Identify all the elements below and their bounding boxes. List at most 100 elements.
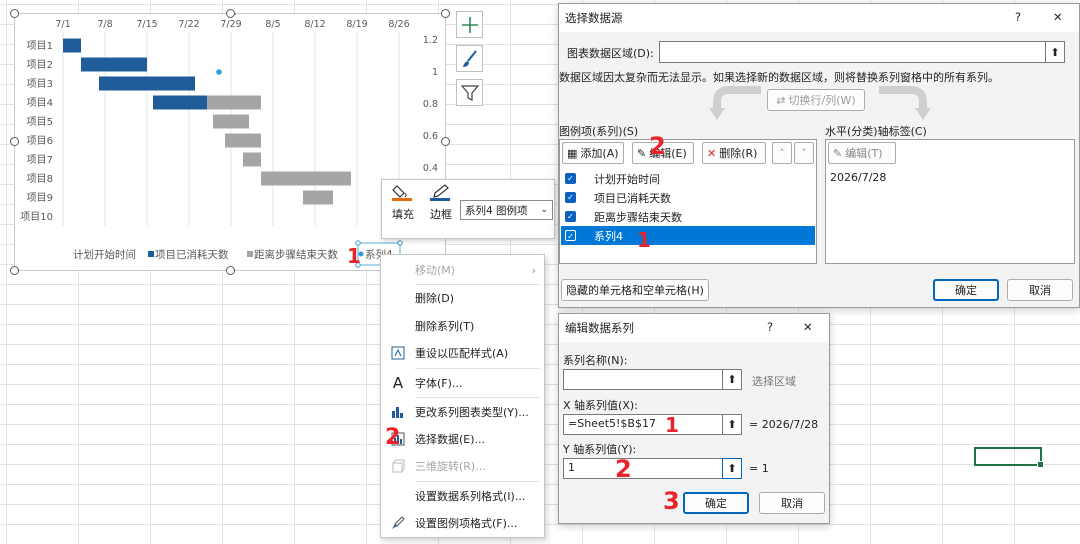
edit-table-icon: ✎ <box>833 146 843 160</box>
chart-styles-button[interactable] <box>456 45 483 72</box>
checkbox-checked-icon[interactable]: ✓ <box>565 173 576 184</box>
menu-item-label: 选择数据(E)... <box>415 433 486 446</box>
x-values-input[interactable]: =Sheet5!$B$17 <box>563 414 723 435</box>
axis-label-row[interactable]: 2026/7/28 <box>827 168 1073 187</box>
legend-marker <box>148 251 154 257</box>
bar-remaining <box>213 114 249 129</box>
chart-elements-button[interactable] <box>456 11 483 38</box>
category-label: 项目6 <box>27 135 53 147</box>
series-row[interactable]: ✓ 项目已消耗天数 <box>561 188 815 207</box>
resize-handle-mr[interactable] <box>441 137 450 146</box>
menu-item-delete-series[interactable]: 删除系列(T) <box>381 314 544 338</box>
menu-item-format-series[interactable]: 设置数据系列格式(I)... <box>381 484 544 508</box>
category-label: 项目5 <box>27 116 53 128</box>
series-listbox[interactable]: ▦ 添加(A) ✎ 编辑(E) ✕ 删除(R) ˄ ˅ ✓ 计划开始时间 ✓ 项目已… <box>559 139 817 264</box>
axis-edit-button[interactable]: ✎ 编辑(T) <box>828 142 896 164</box>
add-series-button[interactable]: ▦ 添加(A) <box>562 142 624 164</box>
x-tick-label: 7/8 <box>97 19 112 30</box>
resize-handle-tc[interactable] <box>226 9 235 18</box>
axis-edit-label: 编辑(T) <box>845 147 883 160</box>
edit-table-icon: ✎ <box>637 146 647 160</box>
menu-item-label: 重设以匹配样式(A) <box>415 347 509 360</box>
x-collapse-button[interactable]: ⬆ <box>722 414 742 435</box>
menu-item-select-data[interactable]: 选择数据(E)... <box>381 427 544 451</box>
menu-item-change-chart-type[interactable]: 更改系列图表类型(Y)... <box>381 400 544 424</box>
category-label: 项目10 <box>20 211 53 223</box>
series-name-input[interactable] <box>563 369 723 390</box>
resize-handle-tl[interactable] <box>10 9 19 18</box>
y-collapse-button[interactable]: ⬆ <box>722 458 742 479</box>
cancel-button[interactable]: 取消 <box>1007 279 1073 301</box>
chevron-down-icon: ˅ <box>801 146 807 160</box>
move-up-button[interactable]: ˄ <box>772 142 792 164</box>
menu-separator <box>415 284 540 285</box>
menu-item-move[interactable]: 移动(M) › <box>381 258 544 282</box>
border-button[interactable]: 边框 <box>424 183 458 222</box>
close-icon[interactable]: ✕ <box>1053 10 1063 24</box>
bar-consumed <box>153 95 207 110</box>
axis-labels-listbox[interactable]: ✎ 编辑(T) 2026/7/28 <box>825 139 1075 264</box>
active-cell[interactable] <box>974 447 1044 468</box>
legend-item: 计划开始时间 <box>73 248 136 261</box>
x-values-label: X 轴系列值(X): <box>563 399 638 412</box>
legend-handle <box>397 240 403 246</box>
y-values-input[interactable]: 1 <box>563 458 723 479</box>
switch-row-column-button[interactable]: ⇄ 切换行/列(W) <box>767 89 865 111</box>
edit-series-button[interactable]: ✎ 编辑(E) <box>632 142 694 164</box>
bar-consumed <box>81 57 147 72</box>
menu-item-label: 删除(D) <box>415 292 455 305</box>
series-row[interactable]: ✓ 距离步骤结束天数 <box>561 207 815 226</box>
bar-remaining <box>303 190 333 205</box>
menu-item-format-legend[interactable]: 设置图例项格式(F)... <box>381 511 544 535</box>
help-button[interactable]: ? <box>1015 10 1021 24</box>
series4-point <box>216 69 222 75</box>
secondary-y-tick-label: 1 <box>432 67 438 78</box>
ok-button[interactable]: 确定 <box>683 492 749 514</box>
menu-item-reset-style[interactable]: 重设以匹配样式(A) <box>381 341 544 365</box>
cancel-button[interactable]: 取消 <box>759 492 825 514</box>
column-letter: I <box>193 14 196 16</box>
secondary-y-tick-label: 0.4 <box>423 163 438 174</box>
menu-item-label: 移动(M) <box>415 264 456 277</box>
range-collapse-button[interactable]: ⬆ <box>1045 41 1065 63</box>
help-button[interactable]: ? <box>767 320 773 334</box>
checkbox-checked-icon[interactable]: ✓ <box>565 192 576 203</box>
series-select[interactable]: 系列4 图例项 ⌄ <box>460 200 553 220</box>
menu-item-label: 更改系列图表类型(Y)... <box>415 406 529 419</box>
x-tick-label: 7/29 <box>220 19 241 30</box>
series-name: 系列4 <box>594 229 623 243</box>
menu-item-font[interactable]: A 字体(F)... <box>381 371 544 395</box>
series-row-selected[interactable]: ✓ 系列4 <box>561 226 815 245</box>
dialog-title: 选择数据源 <box>565 11 623 25</box>
menu-item-label: 字体(F)... <box>415 377 463 390</box>
delete-series-button[interactable]: ✕ 删除(R) <box>702 142 766 164</box>
menu-item-3d-rotation[interactable]: 三维旋转(R)... <box>381 454 544 478</box>
checkbox-checked-icon[interactable]: ✓ <box>565 230 576 241</box>
context-menu: 移动(M) › 删除(D) 删除系列(T) 重设以匹配样式(A) A 字体(F)… <box>380 254 545 538</box>
name-collapse-button[interactable]: ⬆ <box>722 369 742 390</box>
column-letter: H <box>149 14 156 16</box>
secondary-y-tick-label: 0.8 <box>423 99 438 110</box>
ok-button[interactable]: 确定 <box>933 279 999 301</box>
series-name: 距离步骤结束天数 <box>594 210 682 224</box>
range-input[interactable] <box>659 41 1057 63</box>
pen-icon <box>430 184 450 201</box>
move-down-button[interactable]: ˅ <box>794 142 814 164</box>
fill-button[interactable]: 填充 <box>386 183 420 222</box>
resize-handle-ml[interactable] <box>10 137 19 146</box>
series-name: 项目已消耗天数 <box>594 191 671 205</box>
x-tick-label: 8/19 <box>346 19 367 30</box>
chevron-up-icon: ˄ <box>779 146 785 160</box>
series-row[interactable]: ✓ 计划开始时间 <box>561 169 815 188</box>
resize-handle-tr[interactable] <box>441 9 450 18</box>
resize-handle-bl[interactable] <box>10 266 19 275</box>
chart-type-icon <box>389 403 407 421</box>
checkbox-checked-icon[interactable]: ✓ <box>565 211 576 222</box>
menu-item-delete[interactable]: 删除(D) <box>381 286 544 310</box>
collapse-arrow-icon: ⬆ <box>1050 45 1060 59</box>
chart-filters-button[interactable] <box>456 79 483 106</box>
close-icon[interactable]: ✕ <box>803 320 813 334</box>
resize-handle-bc[interactable] <box>226 266 235 275</box>
dialog-title-bar: 选择数据源 ? ✕ <box>559 4 1079 32</box>
hidden-cells-button[interactable]: 隐藏的单元格和空单元格(H) <box>561 279 709 301</box>
